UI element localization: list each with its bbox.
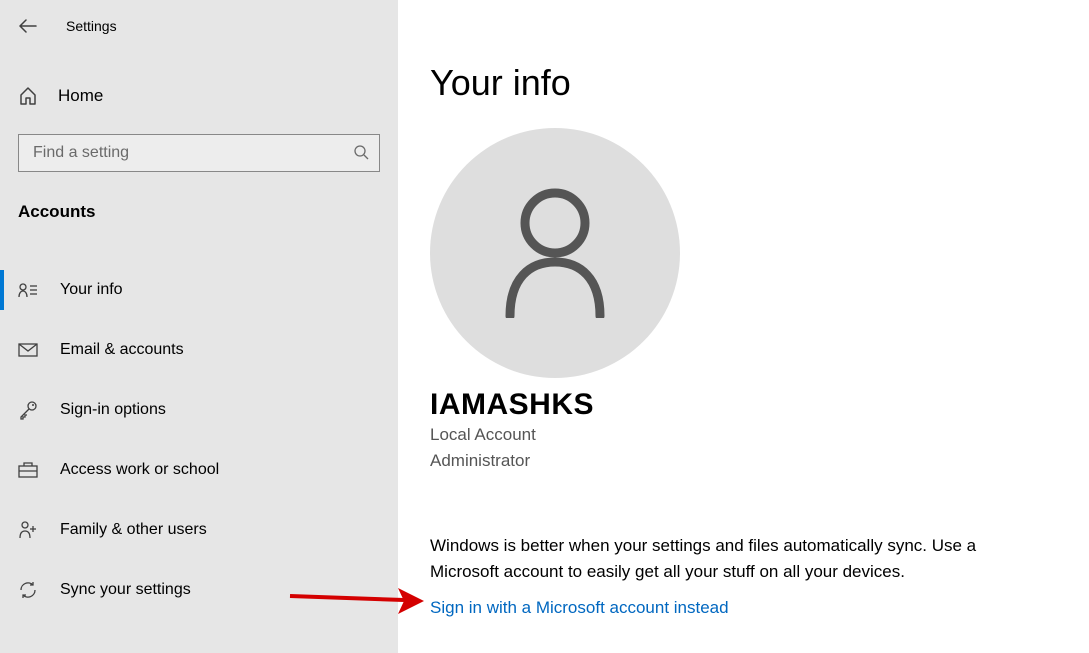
avatar (430, 128, 680, 378)
sidebar-item-label: Email & accounts (60, 341, 184, 359)
section-title: Accounts (0, 202, 398, 222)
key-icon (18, 400, 38, 420)
sidebar-item-signin[interactable]: Sign-in options (0, 380, 398, 440)
sidebar: Settings Home Accounts (0, 0, 398, 653)
sidebar-item-work[interactable]: Access work or school (0, 440, 398, 500)
back-arrow-icon (19, 19, 37, 33)
sidebar-item-label: Family & other users (60, 521, 207, 539)
sidebar-item-label: Sign-in options (60, 401, 166, 419)
account-type: Local Account (430, 422, 1057, 448)
search-box[interactable] (18, 134, 380, 172)
sync-description: Windows is better when your settings and… (430, 533, 1020, 584)
signin-link[interactable]: Sign in with a Microsoft account instead (430, 598, 729, 618)
search-wrap (0, 134, 398, 172)
sidebar-item-label: Access work or school (60, 461, 219, 479)
sidebar-item-sync[interactable]: Sync your settings (0, 560, 398, 620)
sync-icon (18, 580, 38, 600)
search-input[interactable] (33, 144, 353, 162)
nav-list: Your info Email & accounts Sign-in optio… (0, 260, 398, 620)
user-name: IAMASHKS (430, 388, 1057, 422)
sidebar-item-label: Sync your settings (60, 581, 191, 599)
sidebar-header: Settings (0, 10, 398, 42)
sidebar-item-your-info[interactable]: Your info (0, 260, 398, 320)
header-title: Settings (66, 18, 117, 34)
sidebar-item-email[interactable]: Email & accounts (0, 320, 398, 380)
home-nav[interactable]: Home (0, 72, 398, 120)
briefcase-icon (18, 460, 38, 480)
email-icon (18, 340, 38, 360)
home-label: Home (58, 86, 103, 106)
family-icon (18, 520, 38, 540)
person-icon (500, 188, 610, 318)
back-button[interactable] (18, 16, 38, 36)
home-icon (18, 86, 38, 106)
search-icon (353, 144, 369, 163)
account-role: Administrator (430, 448, 1057, 474)
main-content: Your info IAMASHKS Local Account Adminis… (398, 0, 1089, 653)
sidebar-item-family[interactable]: Family & other users (0, 500, 398, 560)
your-info-icon (18, 280, 38, 300)
sidebar-item-label: Your info (60, 281, 123, 299)
page-title: Your info (430, 62, 1057, 104)
